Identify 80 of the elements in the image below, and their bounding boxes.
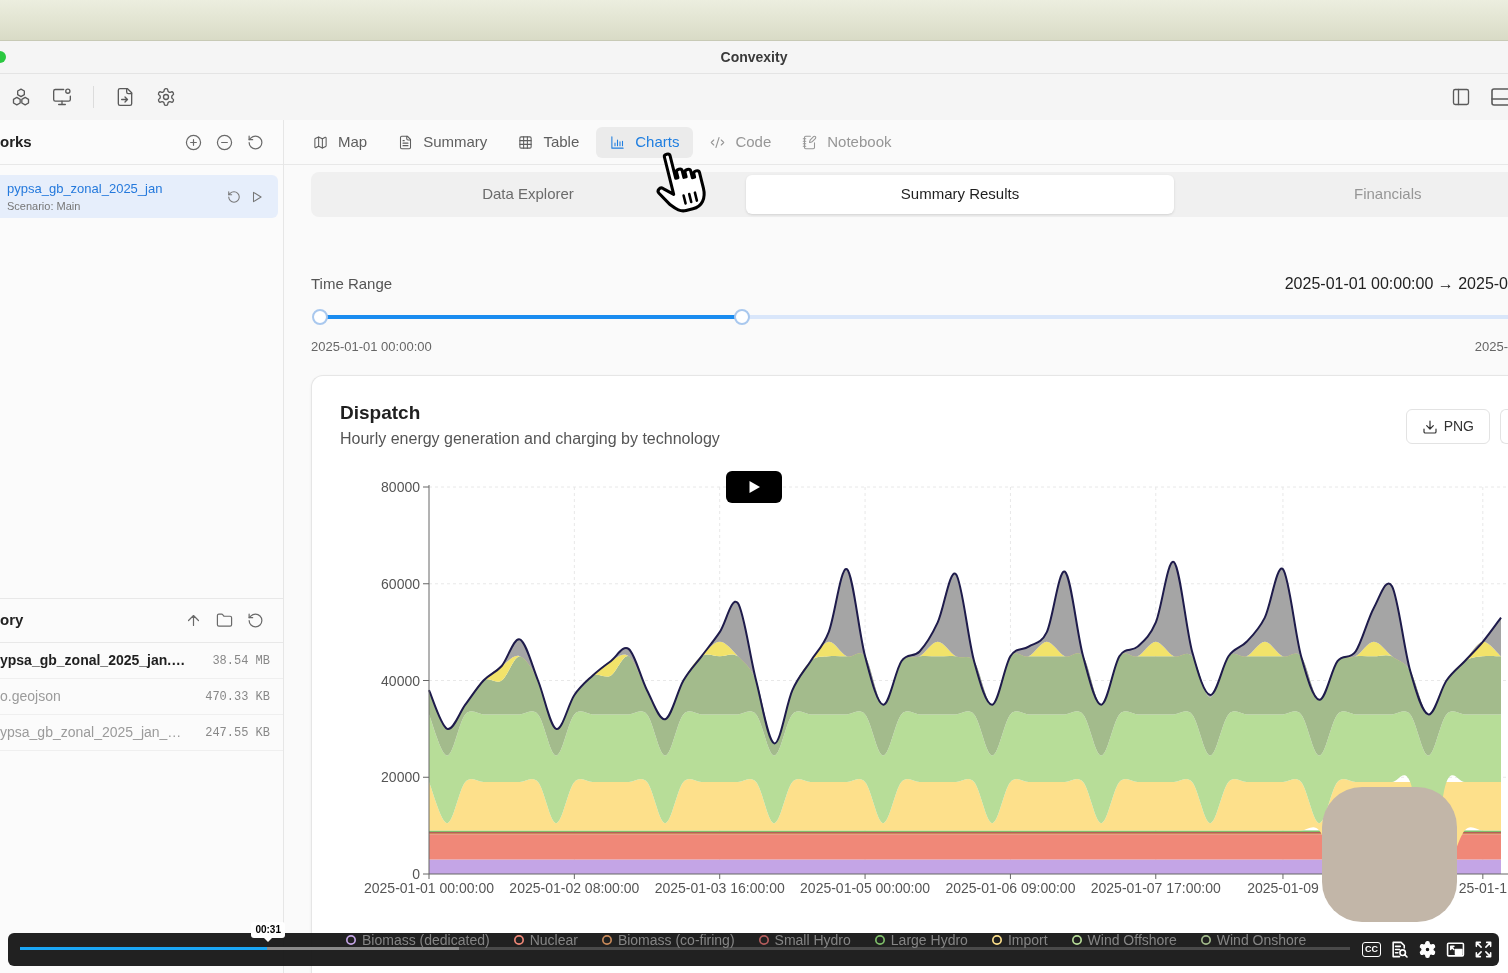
download-icon bbox=[1421, 418, 1438, 435]
legend-item[interactable]: Import bbox=[991, 933, 1048, 947]
file-row[interactable]: ypsa_gb_zonal_2025_jan.… 38.54 MB bbox=[0, 643, 283, 679]
file-name: ypsa_gb_zonal_2025_jan_… bbox=[0, 723, 182, 742]
y-tick-label: 80000 bbox=[381, 479, 420, 495]
y-tick-label: 0 bbox=[412, 866, 420, 882]
time-range-slider[interactable] bbox=[311, 309, 1508, 325]
window-title: Convexity bbox=[720, 47, 788, 67]
x-tick-label: 2025-01-09 bbox=[1247, 880, 1319, 896]
segment-tab[interactable]: Summary Results bbox=[746, 175, 1174, 214]
segment-tab[interactable]: Data Explorer bbox=[314, 175, 742, 214]
network-item[interactable]: pypsa_gb_zonal_2025_jan Scenario: Main bbox=[0, 175, 278, 218]
transcript-search-icon[interactable] bbox=[1390, 940, 1409, 959]
time-range-label: Time Range bbox=[311, 273, 393, 294]
video-play-button[interactable] bbox=[726, 471, 782, 503]
code-icon bbox=[710, 134, 726, 150]
file-size: 38.54 MB bbox=[212, 652, 270, 670]
arrow-up-icon[interactable] bbox=[185, 612, 202, 629]
folder-icon[interactable] bbox=[216, 612, 233, 629]
settings-icon[interactable] bbox=[156, 87, 176, 107]
legend-item[interactable]: Wind Offshore bbox=[1071, 933, 1177, 947]
file-row[interactable]: o.geojson 470.33 KB bbox=[0, 679, 283, 715]
sidebar-toggle-icon[interactable] bbox=[1451, 87, 1471, 107]
scenario-label: Scenario: Main bbox=[7, 199, 82, 213]
plus-circle-icon[interactable] bbox=[185, 133, 202, 151]
panel-icon[interactable] bbox=[1490, 85, 1508, 109]
card-title: Dispatch bbox=[340, 402, 422, 424]
card-subtitle: Hourly energy generation and charging by technology bbox=[340, 430, 720, 448]
x-tick-label: 2025-01-01 00:00:00 bbox=[364, 880, 494, 896]
refresh-icon[interactable] bbox=[247, 612, 264, 629]
slider-thumb[interactable] bbox=[733, 309, 750, 325]
hexagons-icon[interactable] bbox=[11, 87, 31, 107]
refresh-icon[interactable] bbox=[247, 133, 264, 151]
y-tick-label: 40000 bbox=[381, 672, 420, 689]
x-tick-label: 25-01-1 bbox=[1458, 880, 1507, 896]
fullscreen-icon[interactable] bbox=[1474, 940, 1493, 959]
y-tick-label: 20000 bbox=[381, 769, 420, 786]
legend-item[interactable]: Biomass (co-firing) bbox=[601, 933, 735, 947]
y-tick-label: 60000 bbox=[381, 575, 420, 592]
network-name: pypsa_gb_zonal_2025_jan bbox=[7, 180, 163, 197]
minus-circle-icon[interactable] bbox=[216, 133, 233, 151]
tab[interactable]: Table bbox=[504, 126, 594, 158]
x-tick-label: 2025-01-06 09:00:00 bbox=[945, 880, 1076, 896]
range-end-label: 2025- bbox=[1474, 338, 1508, 357]
monitor-icon[interactable] bbox=[52, 87, 72, 107]
bar-chart-icon bbox=[610, 134, 626, 150]
x-tick-label: 2025-01-07 17:00:00 bbox=[1090, 880, 1221, 896]
file-name: ypsa_gb_zonal_2025_jan.… bbox=[0, 651, 186, 670]
refresh-icon[interactable] bbox=[227, 189, 241, 204]
file-row[interactable]: ypsa_gb_zonal_2025_jan_… 247.55 KB bbox=[0, 715, 283, 751]
legend-item[interactable]: Large Hydro bbox=[874, 933, 968, 947]
time-tooltip: 00:31 bbox=[251, 922, 285, 942]
file-name: o.geojson bbox=[0, 687, 61, 706]
x-tick-label: 2025-01-05 00:00:00 bbox=[800, 880, 931, 896]
notebook-icon bbox=[802, 134, 818, 150]
tab[interactable]: Map bbox=[299, 126, 382, 158]
x-tick-label: 2025-01-02 08:00:00 bbox=[509, 880, 640, 896]
legend-item[interactable]: Nuclear bbox=[513, 933, 578, 947]
captions-button[interactable]: CC bbox=[1362, 942, 1381, 957]
map-icon bbox=[313, 134, 328, 150]
tab[interactable]: Charts bbox=[596, 126, 694, 158]
x-tick-label: 2025-01-03 16:00:00 bbox=[654, 880, 785, 896]
video-progress-track[interactable] bbox=[20, 947, 1350, 950]
range-start-label: 2025-01-01 00:00:00 bbox=[311, 338, 432, 357]
slider-thumb[interactable] bbox=[312, 309, 328, 325]
time-range-value: 2025-01-01 00:00:00 → 2025-0 bbox=[1284, 274, 1508, 294]
file-size: 247.55 KB bbox=[205, 724, 270, 742]
picture-in-picture-icon[interactable] bbox=[1446, 940, 1465, 959]
png-export-button[interactable]: PNG bbox=[1405, 409, 1490, 444]
document-icon bbox=[398, 134, 414, 150]
legend-item[interactable]: Small Hydro bbox=[758, 933, 851, 947]
legend-item[interactable]: Wind Onshore bbox=[1200, 933, 1307, 947]
section-title: ory bbox=[0, 610, 24, 631]
legend-item[interactable]: Biomass (dedicated) bbox=[346, 933, 490, 947]
file-size: 470.33 KB bbox=[205, 688, 270, 706]
file-arrow-icon[interactable] bbox=[115, 87, 135, 107]
play-icon[interactable] bbox=[250, 189, 264, 204]
section-title: orks bbox=[0, 131, 32, 152]
table-icon bbox=[518, 134, 534, 150]
tab[interactable]: Summary bbox=[384, 126, 502, 158]
